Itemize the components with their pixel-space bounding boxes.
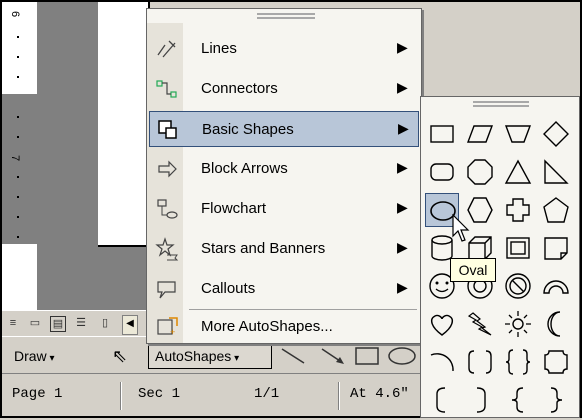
ruler-number: 6 [9, 10, 22, 18]
rounded-rectangle-shape-icon[interactable] [425, 155, 459, 189]
print-layout-icon[interactable]: ▤ [50, 316, 66, 332]
submenu-arrow-icon: ▶ [398, 120, 409, 136]
more-autoshapes-icon: + [157, 317, 178, 337]
menu-item-lines[interactable]: Lines ▶ [149, 31, 419, 67]
mouse-pointer-icon [452, 214, 470, 242]
menu-item-stars-and-banners[interactable]: Stars and Banners ▶ [149, 231, 419, 267]
basic-shapes-icon [158, 120, 177, 139]
triangle-shape-icon[interactable] [501, 155, 535, 189]
menu-item-flowchart[interactable]: Flowchart ▶ [149, 191, 419, 227]
right-brace-shape-icon[interactable] [539, 383, 573, 417]
arc-shape-icon[interactable] [425, 345, 459, 379]
submenu-arrow-icon: ▶ [397, 279, 408, 295]
lightning-bolt-shape-icon[interactable] [463, 307, 497, 341]
left-brace-shape-icon[interactable] [501, 383, 535, 417]
autoshapes-dropdown-menu: Lines ▶ Connectors ▶ Basic Shapes ▶ Bloc… [146, 8, 422, 344]
submenu-arrow-icon: ▶ [397, 39, 408, 55]
autoshapes-menu-button[interactable]: AutoShapes ▾ [148, 343, 272, 369]
menu-item-connectors[interactable]: Connectors ▶ [149, 71, 419, 107]
menu-item-more-autoshapes[interactable]: + More AutoShapes... [149, 309, 419, 345]
select-objects-icon[interactable]: ⇖ [112, 347, 127, 365]
submenu-arrow-icon: ▶ [397, 199, 408, 215]
diamond-shape-icon[interactable] [539, 117, 573, 151]
reading-view-icon[interactable]: ▯ [98, 316, 112, 330]
scroll-left-arrow-icon[interactable]: ◀ [122, 315, 138, 335]
status-section: Sec 1 [138, 386, 181, 402]
lines-icon [157, 40, 176, 58]
pentagon-shape-icon[interactable] [539, 193, 573, 227]
draw-menu-button[interactable]: Draw ▾ [14, 345, 54, 367]
menu-item-callouts[interactable]: Callouts ▶ [149, 271, 419, 307]
plaque-shape-icon[interactable] [539, 345, 573, 379]
left-bracket-shape-icon[interactable] [425, 383, 459, 417]
arrow-tool-icon[interactable] [318, 345, 348, 367]
sun-shape-icon[interactable] [501, 307, 535, 341]
rectangle-shape-icon[interactable] [425, 117, 459, 151]
block-arc-shape-icon[interactable] [539, 269, 573, 303]
trapezoid-shape-icon[interactable] [501, 117, 535, 151]
folded-corner-shape-icon[interactable] [539, 231, 573, 265]
rectangle-tool-icon[interactable] [352, 345, 382, 367]
right-bracket-shape-icon[interactable] [463, 383, 497, 417]
web-layout-icon[interactable]: ▭ [28, 316, 42, 330]
menu-item-basic-shapes[interactable]: Basic Shapes ▶ [149, 111, 419, 147]
menu-item-block-arrows[interactable]: Block Arrows ▶ [149, 151, 419, 187]
moon-shape-icon[interactable] [539, 307, 573, 341]
heart-shape-icon[interactable] [425, 307, 459, 341]
basic-shapes-palette [420, 96, 580, 418]
submenu-arrow-icon: ▶ [397, 159, 408, 175]
bevel-shape-icon[interactable] [501, 231, 535, 265]
block-arrows-icon [158, 160, 177, 178]
double-bracket-shape-icon[interactable] [463, 345, 497, 379]
stars-banners-icon [155, 237, 179, 261]
submenu-arrow-icon: ▶ [397, 79, 408, 95]
normal-view-icon[interactable]: ≡ [6, 316, 20, 330]
right-triangle-shape-icon[interactable] [539, 155, 573, 189]
status-position: At 4.6" [350, 386, 409, 402]
svg-text:+: + [170, 327, 175, 337]
flowchart-icon [157, 199, 178, 219]
status-page: Page 1 [12, 386, 63, 402]
status-page-count: 1/1 [254, 386, 280, 402]
double-brace-shape-icon[interactable] [501, 345, 535, 379]
document-page[interactable] [98, 2, 150, 247]
menu-drag-handle[interactable] [257, 13, 315, 19]
palette-drag-handle[interactable] [473, 101, 529, 107]
connectors-icon [156, 80, 177, 98]
outline-view-icon[interactable]: ☰ [74, 316, 88, 330]
callouts-icon [157, 281, 176, 299]
cross-shape-icon[interactable] [501, 193, 535, 227]
vertical-ruler: 6 7 [2, 2, 38, 310]
oval-tool-icon[interactable] [386, 345, 418, 367]
view-buttons-bar: ≡ ▭ ▤ ☰ ▯ ◀ [2, 310, 152, 336]
no-symbol-shape-icon[interactable] [501, 269, 535, 303]
submenu-arrow-icon: ▶ [397, 239, 408, 255]
octagon-shape-icon[interactable] [463, 155, 497, 189]
oval-tooltip: Oval [450, 258, 496, 282]
ruler-number: 7 [9, 154, 22, 162]
line-tool-icon[interactable] [278, 345, 308, 367]
parallelogram-shape-icon[interactable] [463, 117, 497, 151]
